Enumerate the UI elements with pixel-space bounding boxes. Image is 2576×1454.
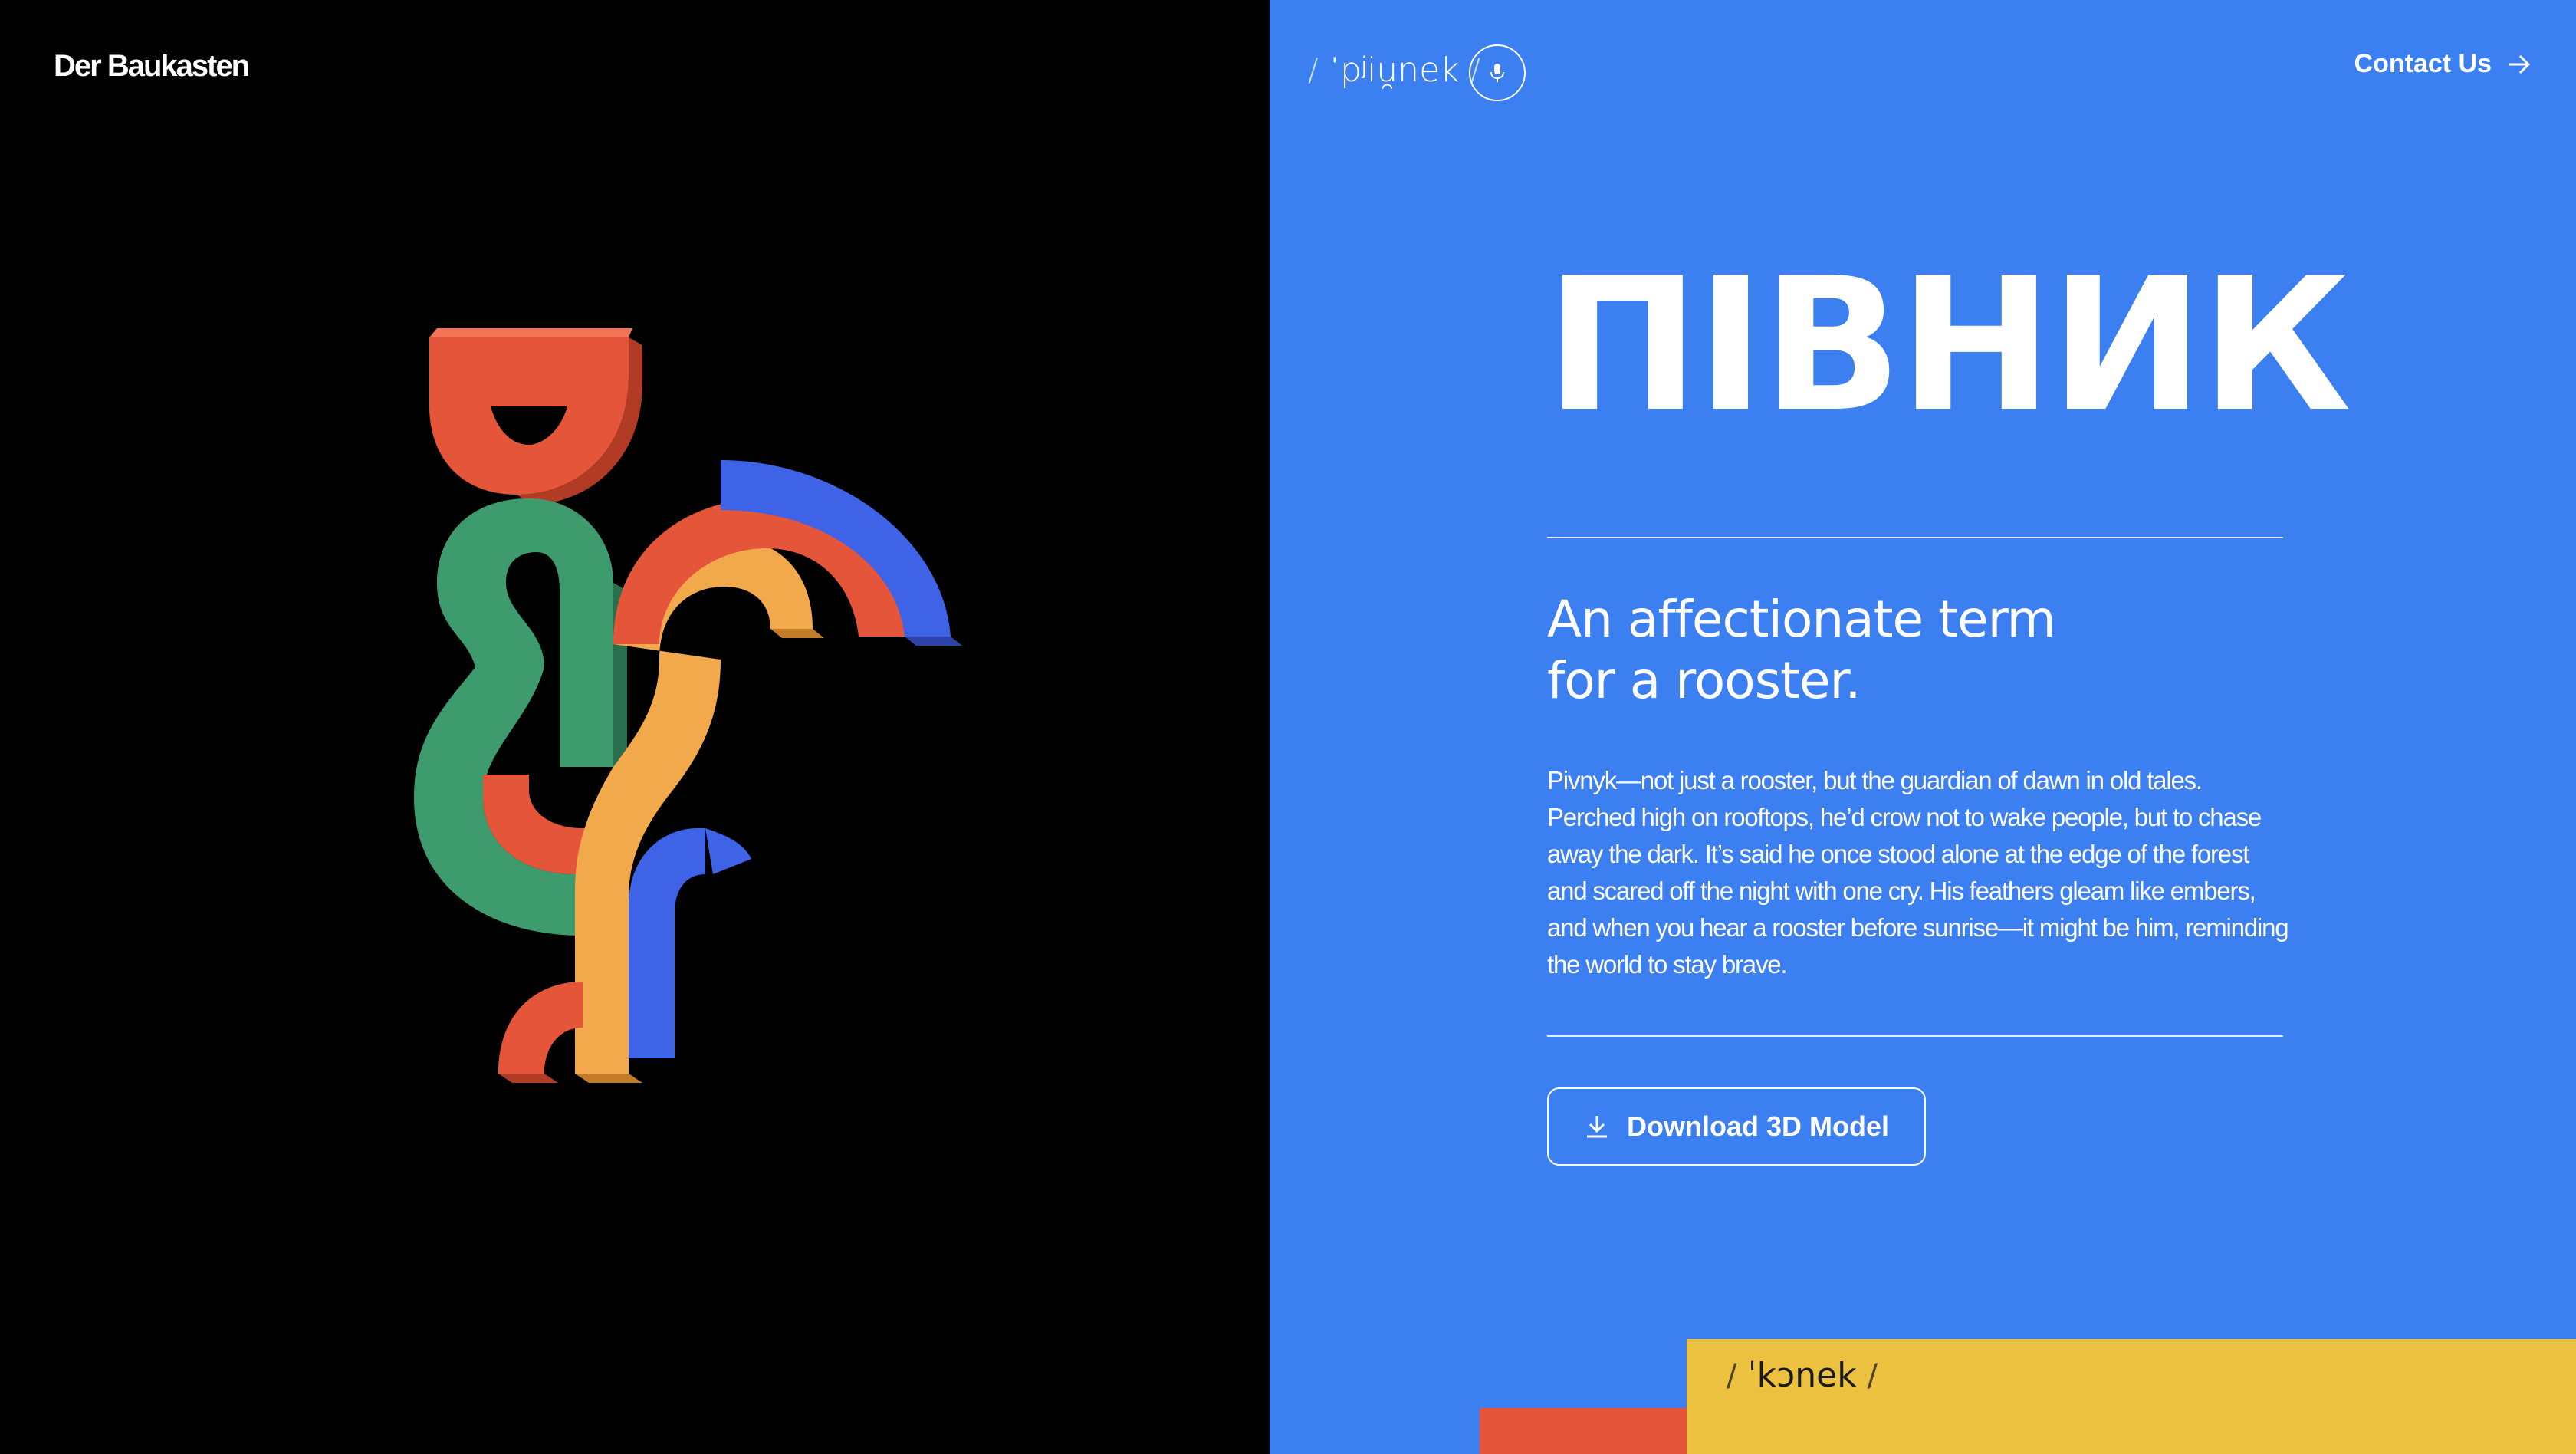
rooster-foot-red bbox=[498, 982, 583, 1074]
download-icon bbox=[1587, 1116, 1607, 1138]
divider-top bbox=[1547, 537, 2283, 538]
divider-bottom bbox=[1547, 1035, 2283, 1037]
right-panel: / ˈpʲiu̯nek / Contact Us ПІВНИК An affec… bbox=[1270, 0, 2576, 1454]
word-title: ПІВНИК bbox=[1546, 238, 2351, 452]
brand-logo[interactable]: Der Baukasten bbox=[54, 49, 250, 84]
next-card-red[interactable] bbox=[1480, 1408, 1688, 1454]
phonetic-transcription: / ˈpʲiu̯nek / bbox=[1308, 51, 1480, 90]
phonetic-text: ˈpʲiu̯nek bbox=[1329, 51, 1460, 90]
microphone-icon bbox=[1490, 64, 1504, 82]
play-pronunciation-button[interactable] bbox=[1469, 44, 1526, 101]
download-label: Download 3D Model bbox=[1627, 1110, 1889, 1142]
rooster-3d-illustration bbox=[414, 328, 962, 1083]
subtitle-line-1: An affectionate term bbox=[1547, 590, 2056, 649]
contact-us-link[interactable]: Contact Us bbox=[2354, 49, 2532, 79]
download-3d-model-button[interactable]: Download 3D Model bbox=[1547, 1087, 1926, 1166]
next-word-phonetic[interactable]: / ˈkɔnek / bbox=[1727, 1356, 1878, 1395]
subtitle-line-2: for a rooster. bbox=[1547, 651, 1861, 710]
arrow-right-icon bbox=[2509, 54, 2531, 74]
next-slash-right: / bbox=[1867, 1357, 1878, 1393]
word-subtitle: An affectionate term for a rooster. bbox=[1547, 589, 2237, 712]
word-description: Pivnyk—not just a rooster, but the guard… bbox=[1547, 766, 2289, 979]
slash-left: / bbox=[1308, 52, 1319, 88]
next-slash-left: / bbox=[1727, 1357, 1737, 1393]
contact-us-label: Contact Us bbox=[2354, 49, 2492, 78]
rooster-leg-blue bbox=[629, 828, 705, 1058]
left-panel: Der Baukasten bbox=[0, 0, 1270, 1454]
next-phonetic-text: ˈkɔnek bbox=[1747, 1356, 1857, 1395]
